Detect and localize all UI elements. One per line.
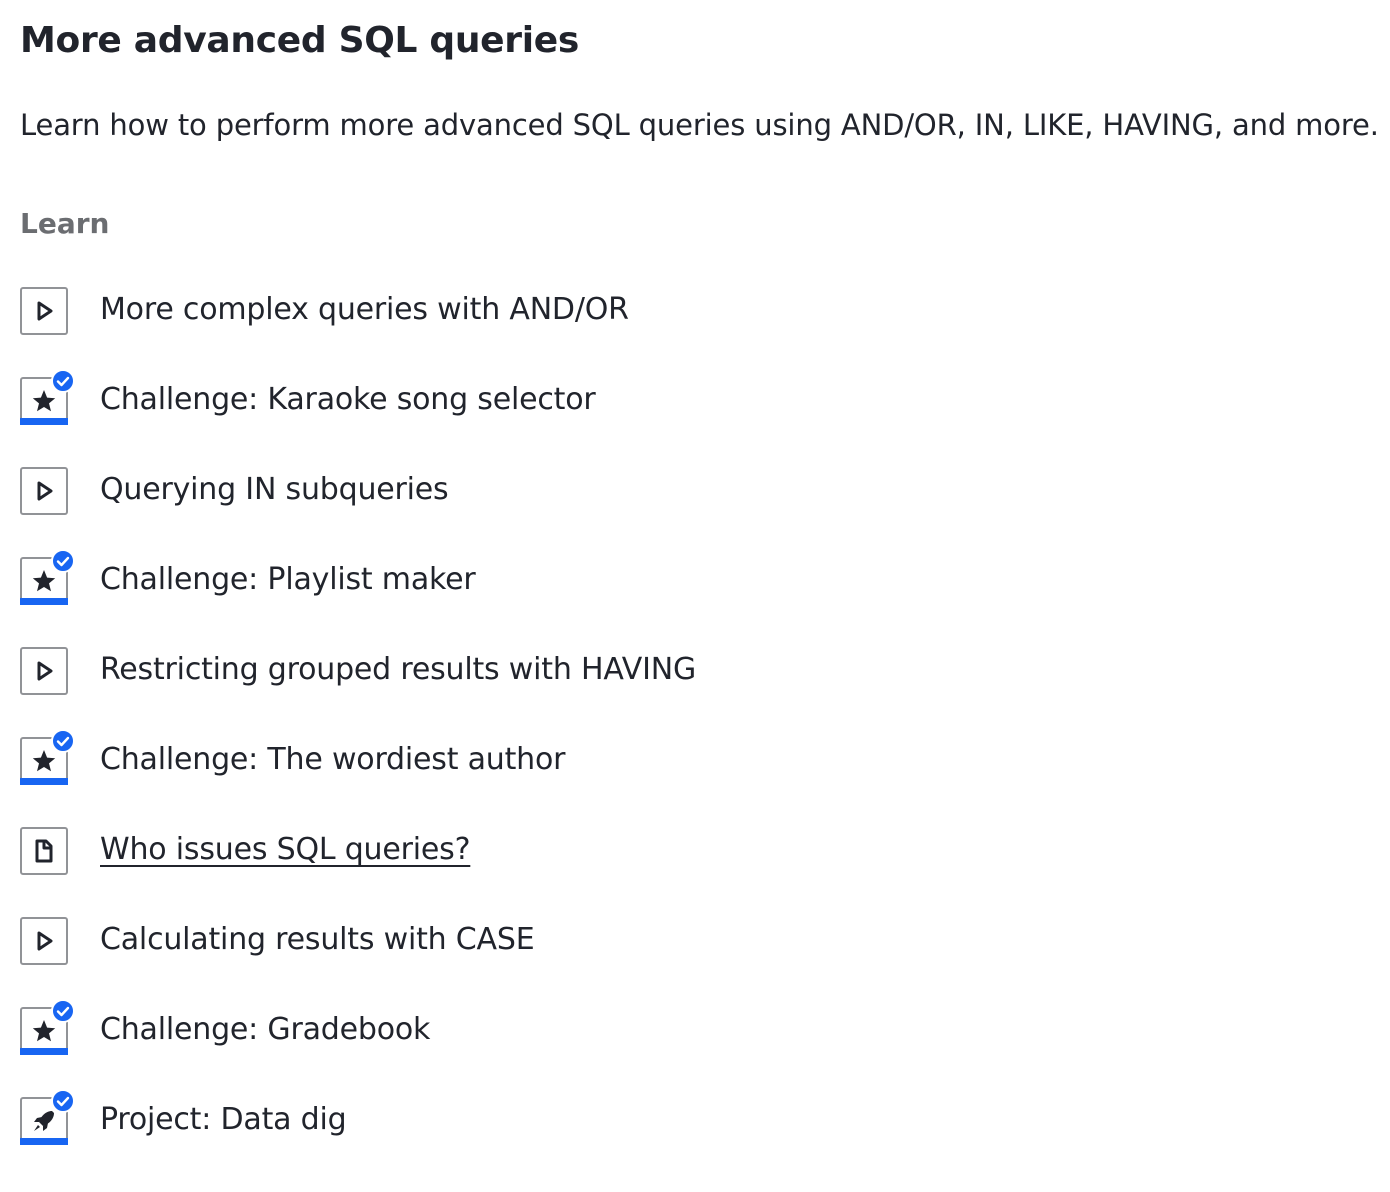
lesson-item-label[interactable]: Who issues SQL queries? bbox=[100, 827, 471, 875]
lesson-item-label[interactable]: More complex queries with AND/OR bbox=[100, 287, 629, 335]
lesson-item-label[interactable]: Challenge: The wordiest author bbox=[100, 737, 565, 785]
lesson-item[interactable]: Challenge: The wordiest author bbox=[20, 729, 1390, 827]
section-label-learn: Learn bbox=[20, 207, 110, 240]
lesson-item[interactable]: Querying IN subqueries bbox=[20, 467, 1390, 557]
star-icon bbox=[20, 729, 75, 785]
star-icon bbox=[20, 369, 75, 425]
completed-check-icon bbox=[51, 729, 75, 753]
completed-check-icon bbox=[51, 1089, 75, 1113]
star-icon bbox=[20, 999, 75, 1055]
completed-check-icon bbox=[51, 999, 75, 1023]
rocket-icon bbox=[20, 1089, 75, 1145]
play-icon bbox=[20, 647, 68, 695]
completed-check-icon bbox=[51, 369, 75, 393]
lesson-item-label[interactable]: Querying IN subqueries bbox=[100, 467, 449, 515]
lesson-item-label[interactable]: Challenge: Playlist maker bbox=[100, 557, 476, 605]
completed-check-icon bbox=[51, 549, 75, 573]
star-icon bbox=[20, 549, 75, 605]
play-icon bbox=[20, 467, 68, 515]
lesson-item[interactable]: More complex queries with AND/OR bbox=[20, 287, 1390, 377]
lesson-item-label[interactable]: Challenge: Karaoke song selector bbox=[100, 377, 596, 425]
lesson-item-label[interactable]: Challenge: Gradebook bbox=[100, 1007, 430, 1055]
lesson-list: More complex queries with AND/OR Challen… bbox=[20, 242, 1390, 1187]
lesson-item[interactable]: Challenge: Playlist maker bbox=[20, 549, 1390, 647]
lesson-item-label[interactable]: Calculating results with CASE bbox=[100, 917, 535, 965]
lesson-item[interactable]: Challenge: Gradebook bbox=[20, 999, 1390, 1097]
lesson-item[interactable]: Challenge: Karaoke song selector bbox=[20, 369, 1390, 467]
play-icon bbox=[20, 287, 68, 335]
unit-description: Learn how to perform more advanced SQL q… bbox=[20, 108, 1379, 142]
article-icon bbox=[20, 827, 68, 875]
lesson-item[interactable]: Project: Data dig bbox=[20, 1089, 1390, 1187]
lesson-item-label[interactable]: Restricting grouped results with HAVING bbox=[100, 647, 696, 695]
lesson-item[interactable]: Calculating results with CASE bbox=[20, 917, 1390, 1007]
lesson-item[interactable]: Who issues SQL queries? bbox=[20, 827, 1390, 917]
play-icon bbox=[20, 917, 68, 965]
unit-title: More advanced SQL queries bbox=[20, 20, 580, 61]
lesson-item-label[interactable]: Project: Data dig bbox=[100, 1097, 347, 1145]
unit-section: More advanced SQL queries Learn how to p… bbox=[0, 0, 1390, 1187]
lesson-item[interactable]: Restricting grouped results with HAVING bbox=[20, 647, 1390, 737]
